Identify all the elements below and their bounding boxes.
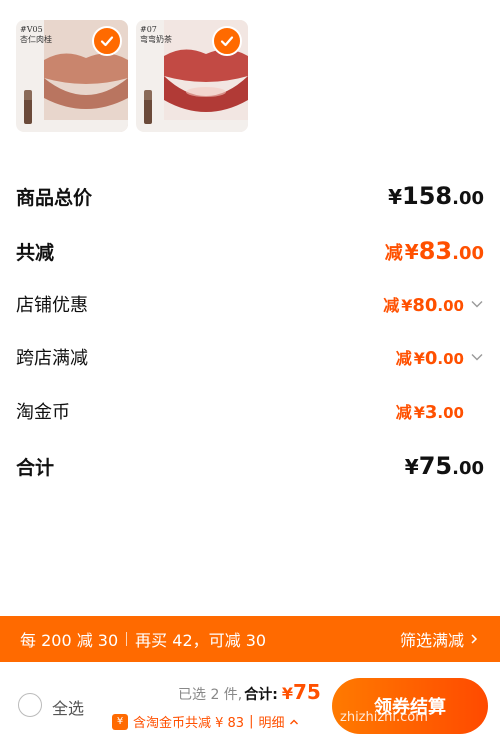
product-thumb-1[interactable]: #V05 杏仁肉桂	[16, 20, 128, 132]
row-value: 减 ¥0.00	[396, 345, 484, 369]
checkout-bar: 全选 已选 2 件, 合计: ¥75 ¥ 含淘金币共减 ¥ 83 | 明细 领券…	[0, 662, 500, 748]
product-thumbnails: #V05 杏仁肉桂 #07 弯弯奶茶	[16, 20, 248, 132]
promo-hint: 再买 42，可减 30	[135, 631, 267, 650]
promo-filter-label: 筛选满减	[399, 631, 464, 650]
price-row-total-discount: 共减 减 ¥83.00	[16, 236, 484, 266]
promo-info: 每 200 减 30 再买 42，可减 30	[20, 627, 266, 651]
row-label: 合计	[16, 456, 55, 479]
row-label: 跨店满减	[16, 348, 88, 369]
promo-filter-link[interactable]: 筛选满减	[400, 627, 480, 651]
row-value: ¥75.00	[404, 452, 484, 480]
total-label: 合计:	[244, 687, 278, 703]
row-label: 共减	[16, 241, 55, 264]
row-value: 减 ¥80.00	[383, 292, 484, 316]
coins-discount[interactable]: ¥ 含淘金币共减 ¥ 83 | 明细	[112, 712, 299, 731]
price-row-cross-shop[interactable]: 跨店满减 减 ¥0.00	[16, 342, 484, 372]
selected-count: 已选 2 件,	[178, 687, 243, 703]
row-value: 减 ¥83.00	[384, 237, 484, 265]
select-all-label[interactable]: 全选	[52, 695, 84, 719]
row-value: ¥158.00	[388, 182, 484, 210]
product-shade-1: #V05 杏仁肉桂	[20, 25, 52, 44]
chevron-up-icon[interactable]	[289, 717, 299, 727]
coins-text: 含淘金币共减 ¥ 83	[133, 716, 245, 731]
divider	[126, 632, 128, 646]
watermark: zhizhizhi.com	[340, 710, 428, 725]
price-row-total: 合计 ¥75.00	[16, 451, 484, 481]
chevron-down-icon[interactable]	[470, 297, 484, 311]
product-thumb-2[interactable]: #07 弯弯奶茶	[136, 20, 248, 132]
promo-rule: 每 200 减 30	[20, 631, 119, 650]
row-label: 商品总价	[16, 186, 93, 209]
product-shade-2: #07 弯弯奶茶	[140, 25, 172, 44]
checkbox-checked-icon[interactable]	[212, 26, 242, 56]
coin-icon: ¥	[112, 713, 128, 730]
total-value: ¥75	[281, 680, 321, 704]
detail-link[interactable]: 明细	[258, 712, 284, 731]
row-label: 店铺优惠	[16, 295, 88, 316]
price-row-subtotal: 商品总价 ¥158.00	[16, 181, 484, 211]
price-row-taobao-coins: 淘金币 减 ¥3.00	[16, 396, 484, 426]
price-row-shop-discount[interactable]: 店铺优惠 减 ¥80.00	[16, 289, 484, 319]
promo-bar[interactable]: 每 200 减 30 再买 42，可减 30 筛选满减	[0, 616, 500, 662]
checkout-button[interactable]: 领券结算	[332, 678, 488, 734]
row-label: 淘金币	[16, 402, 70, 423]
lipstick-tube-icon	[144, 90, 152, 124]
divider: |	[249, 714, 254, 729]
order-summary: 已选 2 件, 合计: ¥75	[178, 680, 321, 704]
chevron-down-icon[interactable]	[470, 350, 484, 364]
select-all-radio[interactable]	[18, 693, 42, 717]
lipstick-tube-icon	[24, 90, 32, 124]
chevron-right-icon	[471, 634, 478, 644]
checkbox-checked-icon[interactable]	[92, 26, 122, 56]
row-value: 减 ¥3.00	[395, 402, 464, 423]
